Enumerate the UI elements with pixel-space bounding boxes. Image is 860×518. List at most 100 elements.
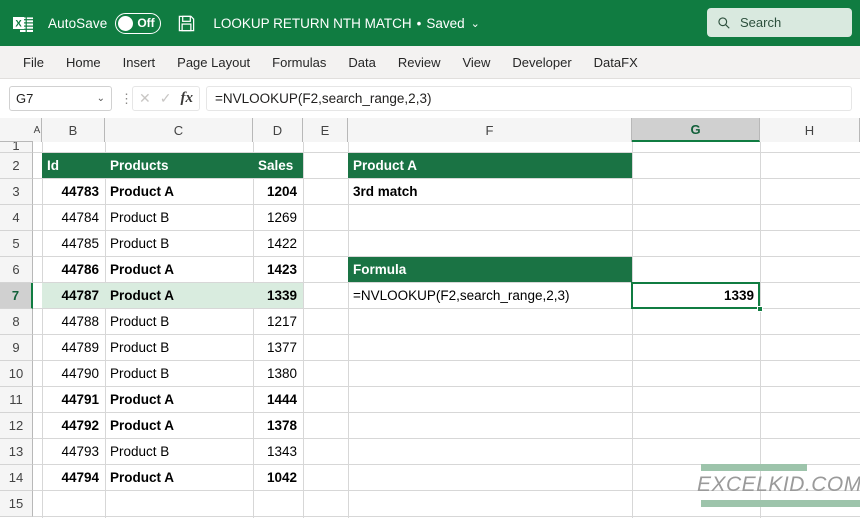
document-title[interactable]: LOOKUP RETURN NTH MATCH bbox=[213, 16, 411, 31]
spreadsheet-grid: ABCDEFGH 1 2 3 4 5 6 7 8 9 10 11 12 13 14 15 Id Product… bbox=[0, 118, 860, 518]
cell-C10-product[interactable]: Product B bbox=[105, 361, 253, 386]
close-icon[interactable]: ✕ bbox=[139, 90, 151, 107]
formula-input[interactable]: =NVLOOKUP(F2,search_range,2,3) bbox=[205, 86, 852, 111]
row-header-15[interactable]: 15 bbox=[0, 491, 33, 517]
row-header-7[interactable]: 7 bbox=[0, 283, 33, 309]
cell-B11-id[interactable]: 44791 bbox=[42, 387, 105, 412]
cell-C8-product[interactable]: Product B bbox=[105, 309, 253, 334]
cell-C4-product[interactable]: Product B bbox=[105, 205, 253, 230]
column-header-D[interactable]: D bbox=[253, 118, 303, 142]
autosave-toggle[interactable]: Off bbox=[115, 12, 162, 34]
cell-B5-id[interactable]: 44785 bbox=[42, 231, 105, 256]
cell-F6-formula-header[interactable]: Formula bbox=[348, 257, 632, 282]
row-header-6[interactable]: 6 bbox=[0, 257, 33, 283]
cell-D13-sales[interactable]: 1343 bbox=[253, 439, 303, 464]
cell-D3-sales[interactable]: 1204 bbox=[253, 179, 303, 204]
cell-B4-id[interactable]: 44784 bbox=[42, 205, 105, 230]
chevron-down-icon[interactable]: ⌄ bbox=[97, 93, 105, 104]
row-header-13[interactable]: 13 bbox=[0, 439, 33, 465]
row-header-8[interactable]: 8 bbox=[0, 309, 33, 335]
cell-B9-id[interactable]: 44789 bbox=[42, 335, 105, 360]
row-header-14[interactable]: 14 bbox=[0, 465, 33, 491]
row-header-4[interactable]: 4 bbox=[0, 205, 33, 231]
formula-bar-grip[interactable]: ⋮ bbox=[120, 92, 133, 105]
cell-D12-sales[interactable]: 1378 bbox=[253, 413, 303, 438]
cell-C6-product[interactable]: Product A bbox=[105, 257, 253, 282]
cell-area[interactable]: Id Products Sales 44783 Product A 1204 44784 Pr… bbox=[33, 142, 860, 518]
cell-F3-lookup-note[interactable]: 3rd match bbox=[348, 179, 632, 204]
row-header-10[interactable]: 10 bbox=[0, 361, 33, 387]
ribbon-tab-view[interactable]: View bbox=[451, 46, 501, 79]
cell-B7-id[interactable]: 44787 bbox=[42, 283, 105, 308]
ribbon-tab-bar: File Home Insert Page Layout Formulas Data Rev… bbox=[0, 46, 860, 79]
column-header-A[interactable]: A bbox=[33, 118, 42, 142]
cell-D5-sales[interactable]: 1422 bbox=[253, 231, 303, 256]
row-header-1[interactable]: 1 bbox=[0, 142, 33, 153]
row-header-12[interactable]: 12 bbox=[0, 413, 33, 439]
cell-B13-id[interactable]: 44793 bbox=[42, 439, 105, 464]
insert-function-icon[interactable]: fx bbox=[180, 90, 193, 107]
cell-D4-sales[interactable]: 1269 bbox=[253, 205, 303, 230]
cell-B8-id[interactable]: 44788 bbox=[42, 309, 105, 334]
cell-B12-id[interactable]: 44792 bbox=[42, 413, 105, 438]
cell-D11-sales[interactable]: 1444 bbox=[253, 387, 303, 412]
ribbon-tab-insert[interactable]: Insert bbox=[112, 46, 167, 79]
cell-C5-product[interactable]: Product B bbox=[105, 231, 253, 256]
cell-D8-sales[interactable]: 1217 bbox=[253, 309, 303, 334]
ribbon-tab-file[interactable]: File bbox=[12, 46, 55, 79]
ribbon-tab-developer[interactable]: Developer bbox=[501, 46, 582, 79]
save-floppy-icon[interactable] bbox=[175, 12, 197, 34]
row-header-5[interactable]: 5 bbox=[0, 231, 33, 257]
ribbon-tab-datafx[interactable]: DataFX bbox=[583, 46, 649, 79]
check-icon[interactable]: ✓ bbox=[160, 90, 172, 107]
cell-B14-id[interactable]: 44794 bbox=[42, 465, 105, 490]
ribbon-tab-review[interactable]: Review bbox=[387, 46, 452, 79]
title-separator: • bbox=[416, 15, 422, 31]
cell-C13-product[interactable]: Product B bbox=[105, 439, 253, 464]
ribbon-tab-formulas[interactable]: Formulas bbox=[261, 46, 337, 79]
cell-C7-product[interactable]: Product A bbox=[105, 283, 253, 308]
cell-D6-sales[interactable]: 1423 bbox=[253, 257, 303, 282]
cell-B6-id[interactable]: 44786 bbox=[42, 257, 105, 282]
row-header-9[interactable]: 9 bbox=[0, 335, 33, 361]
column-header-F[interactable]: F bbox=[348, 118, 632, 142]
column-headers: ABCDEFGH bbox=[0, 118, 860, 142]
column-header-G[interactable]: G bbox=[632, 118, 760, 142]
cell-D10-sales[interactable]: 1380 bbox=[253, 361, 303, 386]
active-cell-selection-border bbox=[631, 282, 760, 309]
column-header-H[interactable]: H bbox=[760, 118, 860, 142]
cell-B2-header-id[interactable]: Id bbox=[42, 153, 105, 178]
cell-F7-formula-text[interactable]: =NVLOOKUP(F2,search_range,2,3) bbox=[348, 283, 632, 308]
formula-bar-actions: ✕ ✓ fx bbox=[132, 86, 200, 111]
column-header-C[interactable]: C bbox=[105, 118, 253, 142]
row-header-11[interactable]: 11 bbox=[0, 387, 33, 413]
cell-D2-header-sales[interactable]: Sales bbox=[253, 153, 303, 178]
cell-C2-header-products[interactable]: Products bbox=[105, 153, 253, 178]
row-header-2[interactable]: 2 bbox=[0, 153, 33, 179]
cell-C14-product[interactable]: Product A bbox=[105, 465, 253, 490]
cell-C9-product[interactable]: Product B bbox=[105, 335, 253, 360]
autosave-state-label: Off bbox=[137, 16, 155, 30]
column-header-B[interactable]: B bbox=[42, 118, 105, 142]
ribbon-tab-page-layout[interactable]: Page Layout bbox=[166, 46, 261, 79]
saved-status: Saved bbox=[426, 15, 465, 31]
cell-B3-id[interactable]: 44783 bbox=[42, 179, 105, 204]
watermark-bar-bottom bbox=[701, 500, 860, 507]
cell-D9-sales[interactable]: 1377 bbox=[253, 335, 303, 360]
cell-C11-product[interactable]: Product A bbox=[105, 387, 253, 412]
column-header-E[interactable]: E bbox=[303, 118, 348, 142]
ribbon-tab-data[interactable]: Data bbox=[337, 46, 386, 79]
row-header-3[interactable]: 3 bbox=[0, 179, 33, 205]
cell-D14-sales[interactable]: 1042 bbox=[253, 465, 303, 490]
cell-D7-sales[interactable]: 1339 bbox=[253, 283, 303, 308]
search-icon bbox=[718, 16, 730, 29]
cell-C12-product[interactable]: Product A bbox=[105, 413, 253, 438]
ribbon-tab-home[interactable]: Home bbox=[55, 46, 112, 79]
cell-C3-product[interactable]: Product A bbox=[105, 179, 253, 204]
name-box[interactable]: G7 ⌄ bbox=[9, 86, 112, 111]
cell-B10-id[interactable]: 44790 bbox=[42, 361, 105, 386]
chevron-down-icon[interactable]: ⌄ bbox=[471, 17, 480, 30]
cell-F2-lookup-header[interactable]: Product A bbox=[348, 153, 632, 178]
search-input[interactable]: Search bbox=[707, 8, 852, 37]
fill-handle[interactable] bbox=[757, 306, 763, 312]
